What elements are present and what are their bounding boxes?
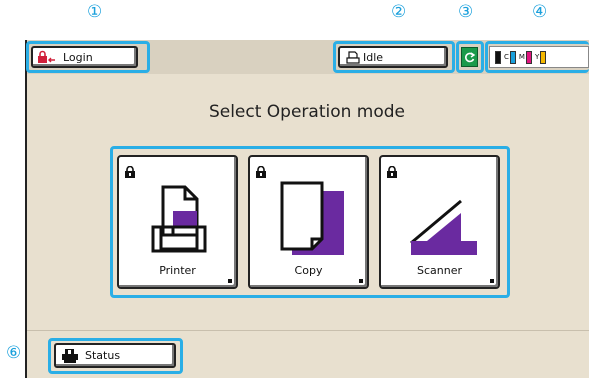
callout-2: ② [391, 2, 407, 22]
ink-c: C [504, 50, 516, 64]
ink-y-letter: Y [534, 53, 540, 61]
footer-divider [27, 330, 589, 331]
refresh-button[interactable] [461, 47, 478, 67]
lock-icon [387, 163, 397, 182]
ink-c-letter: C [504, 53, 509, 61]
corner-mark [359, 279, 363, 283]
printer-mode-button[interactable]: Printer [117, 155, 238, 289]
lock-icon [125, 163, 135, 182]
printer-label: Printer [159, 264, 196, 277]
ink-y: Y [534, 50, 547, 64]
status-printer-icon [61, 348, 79, 364]
callout-6: ⑥ [6, 343, 22, 363]
status-button[interactable]: Status [54, 343, 176, 368]
scanner-mode-button[interactable]: Scanner [379, 155, 500, 289]
ink-m-letter: M [518, 53, 525, 61]
printer-small-icon [346, 50, 360, 64]
copy-icon [274, 181, 350, 265]
scanner-label: Scanner [416, 264, 462, 277]
ink-m: M [518, 50, 532, 64]
ink-k: K [494, 50, 501, 64]
machine-status-button[interactable]: Idle [338, 46, 448, 68]
scanner-icon [407, 197, 479, 261]
copy-label: Copy [294, 264, 323, 277]
callout-3: ③ [458, 2, 474, 22]
corner-mark [490, 279, 494, 283]
ink-level-indicator[interactable]: K C M Y [489, 46, 589, 68]
login-label: Login [63, 50, 93, 64]
corner-mark [228, 279, 232, 283]
lock-user-icon [37, 50, 57, 64]
lock-icon [256, 163, 266, 182]
login-button[interactable]: Login [31, 46, 138, 68]
callout-4: ④ [532, 2, 548, 22]
page-title: Select Operation mode [208, 102, 406, 122]
machine-status-label: Idle [363, 50, 384, 64]
refresh-icon [463, 51, 476, 64]
callout-1: ① [87, 2, 103, 22]
copy-mode-button[interactable]: Copy [248, 155, 369, 289]
status-label: Status [85, 349, 121, 362]
printer-icon [139, 179, 219, 263]
